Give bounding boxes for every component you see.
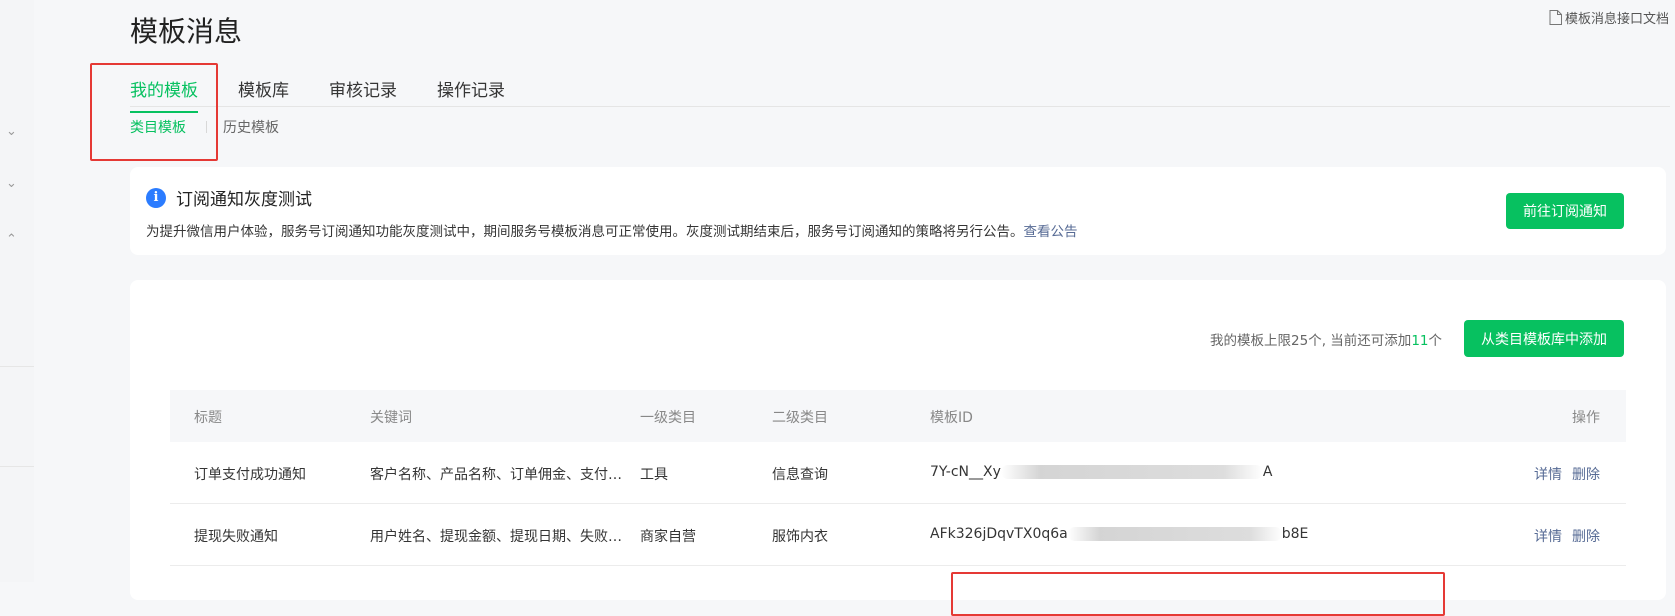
sidebar-divider — [0, 466, 34, 467]
notice-card: i 订阅通知灰度测试 为提升微信用户体验，服务号订阅通知功能灰度测试中，期间服务… — [130, 167, 1666, 255]
delete-link[interactable]: 删除 — [1572, 529, 1600, 545]
column-header-actions: 操作 — [1572, 410, 1600, 426]
quota-prefix: 我的模板上限25个, 当前还可添加 — [1210, 333, 1412, 349]
table-header: 标题 关键词 一级类目 二级类目 模板ID 操作 — [170, 390, 1626, 442]
redaction-blur — [1067, 527, 1282, 541]
column-header-template-id: 模板ID — [930, 410, 973, 426]
go-to-subscription-button[interactable]: 前往订阅通知 — [1506, 193, 1624, 229]
column-header-category2: 二级类目 — [772, 410, 828, 426]
template-id-visible: b8E — [1281, 526, 1309, 542]
document-icon — [1549, 10, 1562, 25]
quota-text: 我的模板上限25个, 当前还可添加11个 — [1210, 329, 1442, 349]
doc-link-label: 模板消息接口文档 — [1564, 12, 1669, 27]
template-id-visible: 7Y-cN__Xy — [930, 464, 1001, 480]
column-header-keywords: 关键词 — [370, 410, 412, 426]
row-title: 订单支付成功通知 — [194, 467, 306, 483]
row-template-id: 7Y-cN__Xy A — [930, 464, 1272, 480]
row-actions: 详情 删除 — [1524, 526, 1600, 546]
tab-review-records[interactable]: 审核记录 — [329, 76, 397, 113]
info-icon: i — [146, 187, 166, 208]
view-announcement-link[interactable]: 查看公告 — [1024, 224, 1078, 240]
delete-link[interactable]: 删除 — [1572, 467, 1600, 483]
doc-link[interactable]: 模板消息接口文档 — [1549, 8, 1669, 27]
add-from-library-button[interactable]: 从类目模板库中添加 — [1464, 320, 1624, 357]
table-row: 订单支付成功通知 客户名称、产品名称、订单佣金、支付… 工具 信息查询 7Y-c… — [170, 442, 1626, 504]
notice-body: 为提升微信用户体验，服务号订阅通知功能灰度测试中，期间服务号模板消息可正常使用。… — [146, 224, 1024, 240]
notice-header: i 订阅通知灰度测试 — [146, 185, 312, 210]
column-header-title: 标题 — [194, 410, 222, 426]
row-keywords: 用户姓名、提现金额、提现日期、失败… — [370, 529, 622, 545]
tabs-divider — [130, 106, 1670, 107]
column-header-category1: 一级类目 — [640, 410, 696, 426]
row-category1: 商家自营 — [640, 529, 696, 545]
row-title: 提现失败通知 — [194, 529, 278, 545]
template-id-visible: A — [1262, 464, 1273, 480]
page-title: 模板消息 — [130, 15, 243, 48]
tab-operation-records[interactable]: 操作记录 — [437, 76, 505, 113]
quota-count: 11 — [1411, 333, 1429, 349]
template-id-visible: AFk326jDqvTX0q6a — [930, 526, 1068, 542]
quota-suffix: 个 — [1428, 333, 1443, 349]
tab-template-library[interactable]: 模板库 — [238, 76, 289, 113]
subtab-history-templates[interactable]: 历史模板 — [223, 117, 279, 137]
row-actions: 详情 删除 — [1524, 464, 1600, 484]
notice-text: 为提升微信用户体验，服务号订阅通知功能灰度测试中，期间服务号模板消息可正常使用。… — [146, 220, 1078, 240]
notice-title: 订阅通知灰度测试 — [176, 190, 312, 210]
chevron-up-icon[interactable]: ⌃ — [6, 232, 17, 247]
row-keywords: 客户名称、产品名称、订单佣金、支付… — [370, 467, 622, 483]
highlight-box — [90, 63, 218, 161]
sidebar-divider — [0, 366, 34, 367]
sidebar: ⌄ ⌄ ⌃ — [0, 0, 34, 582]
detail-link[interactable]: 详情 — [1534, 529, 1562, 545]
chevron-down-icon[interactable]: ⌄ — [6, 124, 17, 139]
table-row: 提现失败通知 用户姓名、提现金额、提现日期、失败… 商家自营 服饰内衣 AFk3… — [170, 504, 1626, 566]
template-list-card: 我的模板上限25个, 当前还可添加11个 从类目模板库中添加 标题 关键词 一级… — [130, 280, 1666, 600]
row-template-id: AFk326jDqvTX0q6a b8E — [930, 526, 1308, 542]
row-category1: 工具 — [640, 467, 668, 483]
row-category2: 信息查询 — [772, 467, 828, 483]
redaction-blur — [1000, 465, 1263, 479]
highlight-box — [951, 572, 1445, 616]
chevron-down-icon[interactable]: ⌄ — [6, 176, 17, 191]
row-category2: 服饰内衣 — [772, 529, 828, 545]
detail-link[interactable]: 详情 — [1534, 467, 1562, 483]
